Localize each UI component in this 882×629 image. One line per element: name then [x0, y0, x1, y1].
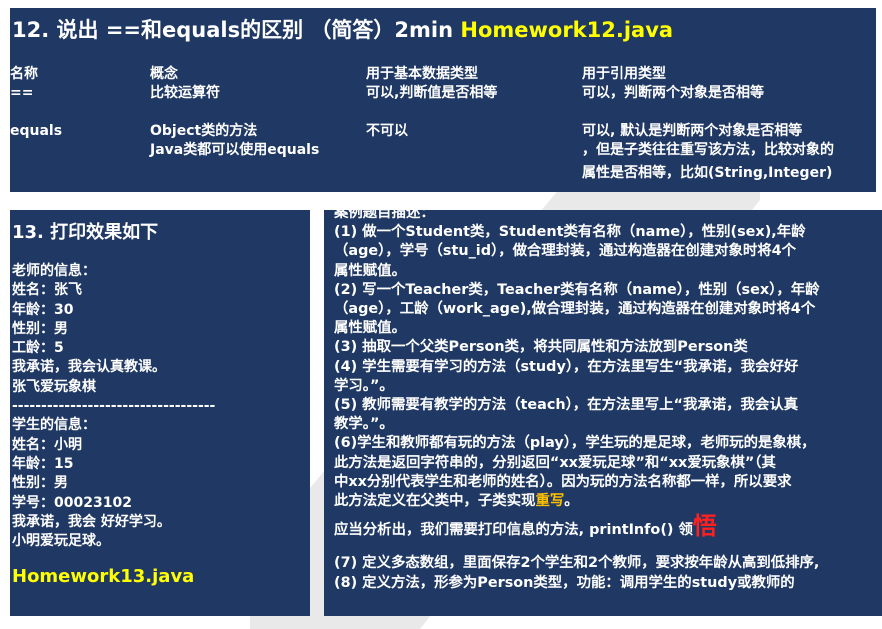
output-line: 学号：00023102	[12, 494, 132, 511]
row1-concept: 比较运算符	[150, 85, 220, 101]
highlight-override: 重写	[535, 493, 565, 510]
output-line: 性别：男	[12, 475, 68, 492]
requirements-text: 案例题目描述： (1) 做一个Student类，Student类有名称（name…	[334, 210, 882, 593]
output-line: 性别：男	[12, 320, 68, 337]
output-line: 老师的信息：	[12, 263, 96, 279]
req-line: （age），工龄（work_age),做合理封装，通过构造器在创建对象时将4个	[334, 301, 816, 318]
row1-name: ==	[10, 85, 34, 101]
req-line: 属性赋值。	[334, 320, 406, 337]
req-line: 教学。”。	[334, 416, 394, 433]
req-line: 此方法定义在父类中，子类实现重写。	[334, 492, 882, 511]
requirements-panel: 案例题目描述： (1) 做一个Student类，Student类有名称（name…	[324, 210, 882, 616]
slide-12-title-text: 12. 说出 ==和equals的区别 （简答）2min	[12, 18, 454, 42]
slide-13-title: 13. 打印效果如下	[12, 222, 159, 243]
req-line: (7) 定义多态数组，里面保存2个学生和2个教师，要求按年龄从高到低排序,	[334, 555, 820, 572]
req-line: 此方法是返回字符串的，分别返回“xx爱玩足球”和“xx爱玩象棋”（其	[334, 454, 776, 471]
row2-concept-line2: Java类都可以使用equals	[150, 142, 320, 158]
output-divider: -----------------------------------	[12, 398, 216, 415]
row1-reference: 可以，判断两个对象是否相等	[582, 85, 764, 101]
output-line: 我承诺，我会 好好学习。	[12, 513, 171, 530]
output-line: 年龄：15	[12, 455, 74, 472]
header-name: 名称	[10, 66, 38, 82]
req-line: (8) 定义方法，形参为Person类型，功能：调用学生的study或教师的	[334, 574, 795, 591]
slide-12-panel: 12. 说出 ==和equals的区别 （简答）2min Homework12.…	[10, 8, 876, 192]
row2-name: equals	[10, 123, 63, 139]
req-line: 中xx分别代表学生和老师的姓名）。因为玩的方法名称都一样，所以要求	[334, 473, 792, 490]
req-line: （age），学号（stu_id），做合理封装，通过构造器在创建对象时将4个	[334, 243, 797, 260]
slide-12-title: 12. 说出 ==和equals的区别 （简答）2min Homework12.…	[12, 14, 673, 44]
req-line: (1) 做一个Student类，Student类有名称（name），性别(sex…	[334, 224, 806, 241]
output-line: 张飞爱玩象棋	[12, 378, 96, 395]
output-line: 小明爱玩足球。	[12, 533, 110, 550]
req-line: (5) 教师需要有教学的方法（teach），在方法里写上“我承诺，我会认真	[334, 397, 799, 414]
req-line: 应当分析出，我们需要打印信息的方法, printInfo() 领悟	[334, 514, 882, 540]
slide-12-file: Homework12.java	[460, 18, 674, 42]
output-line: 工龄：5	[12, 340, 64, 357]
req-line: (2) 写一个Teacher类，Teacher类有名称（name），性别（sex…	[334, 281, 820, 298]
req-line: (3) 抽取一个父类Person类，将共同属性和方法放到Person类	[334, 339, 748, 356]
output-line: 姓名：小明	[12, 436, 82, 453]
req-text: 。	[564, 493, 579, 510]
highlight-wu: 悟	[692, 512, 717, 541]
output-line: 学生的信息：	[12, 417, 96, 434]
row2-basic: 不可以	[366, 123, 408, 139]
row2-concept-line1: Object类的方法	[150, 123, 258, 139]
slide-13-file: Homework13.java	[12, 566, 195, 587]
print-output: 老师的信息： 姓名：张飞 年龄：30 性别：男 工龄：5 我承诺，我会认真教课。…	[12, 262, 215, 551]
row2-reference-line2: ，但是子类往往重写该方法，比较对象的	[582, 142, 834, 158]
req-line: 属性赋值。	[334, 262, 406, 279]
output-line: 姓名：张飞	[12, 282, 82, 299]
row2-reference-line1: 可以, 默认是判断两个对象是否相等	[582, 123, 803, 139]
output-line: 年龄：30	[12, 301, 74, 318]
req-line: 学习。”。	[334, 377, 394, 394]
row2-reference-line3: 属性是否相等，比如(String,Integer)	[582, 165, 833, 181]
header-basic: 用于基本数据类型	[366, 66, 478, 82]
output-line: 我承诺，我会认真教课。	[12, 359, 166, 376]
requirements-heading: 案例题目描述：	[334, 210, 435, 221]
row1-basic: 可以,判断值是否相等	[366, 85, 498, 101]
req-line: (6)学生和教师都有玩的方法（play），学生玩的是足球，老师玩的是象棋，	[334, 435, 816, 452]
header-concept: 概念	[150, 66, 178, 82]
req-text: 此方法定义在父类中，子类实现	[334, 493, 536, 510]
header-reference: 用于引用类型	[582, 66, 666, 82]
req-text: 应当分析出，我们需要打印信息的方法, printInfo() 领	[334, 522, 693, 539]
req-line: (4) 学生需要有学习的方法（study），在方法里写生“我承诺，我会好好	[334, 358, 799, 375]
slide-13-panel: 13. 打印效果如下 老师的信息： 姓名：张飞 年龄：30 性别：男 工龄：5 …	[10, 210, 310, 616]
